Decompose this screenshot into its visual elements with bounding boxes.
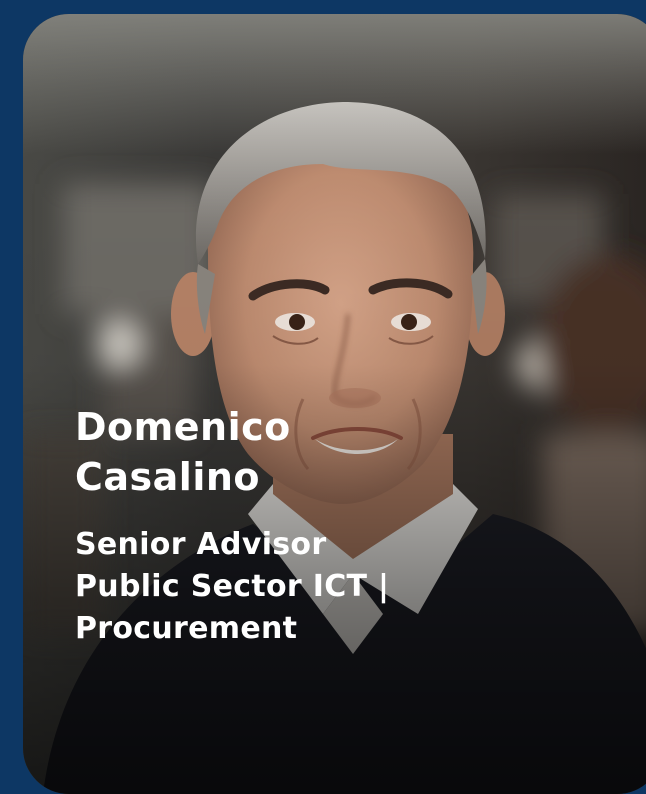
person-role: Senior Advisor Public Sector ICT | Procu… (75, 524, 495, 650)
person-role-line: Procurement (75, 611, 298, 646)
person-name-line: Casalino (75, 455, 261, 499)
person-name: Domenico Casalino (75, 402, 495, 502)
profile-card: Domenico Casalino Senior Advisor Public … (23, 14, 646, 794)
person-role-line: Public Sector ICT | (75, 569, 390, 604)
person-name-line: Domenico (75, 405, 291, 449)
person-role-line: Senior Advisor (75, 527, 327, 562)
profile-text: Domenico Casalino Senior Advisor Public … (75, 402, 495, 650)
